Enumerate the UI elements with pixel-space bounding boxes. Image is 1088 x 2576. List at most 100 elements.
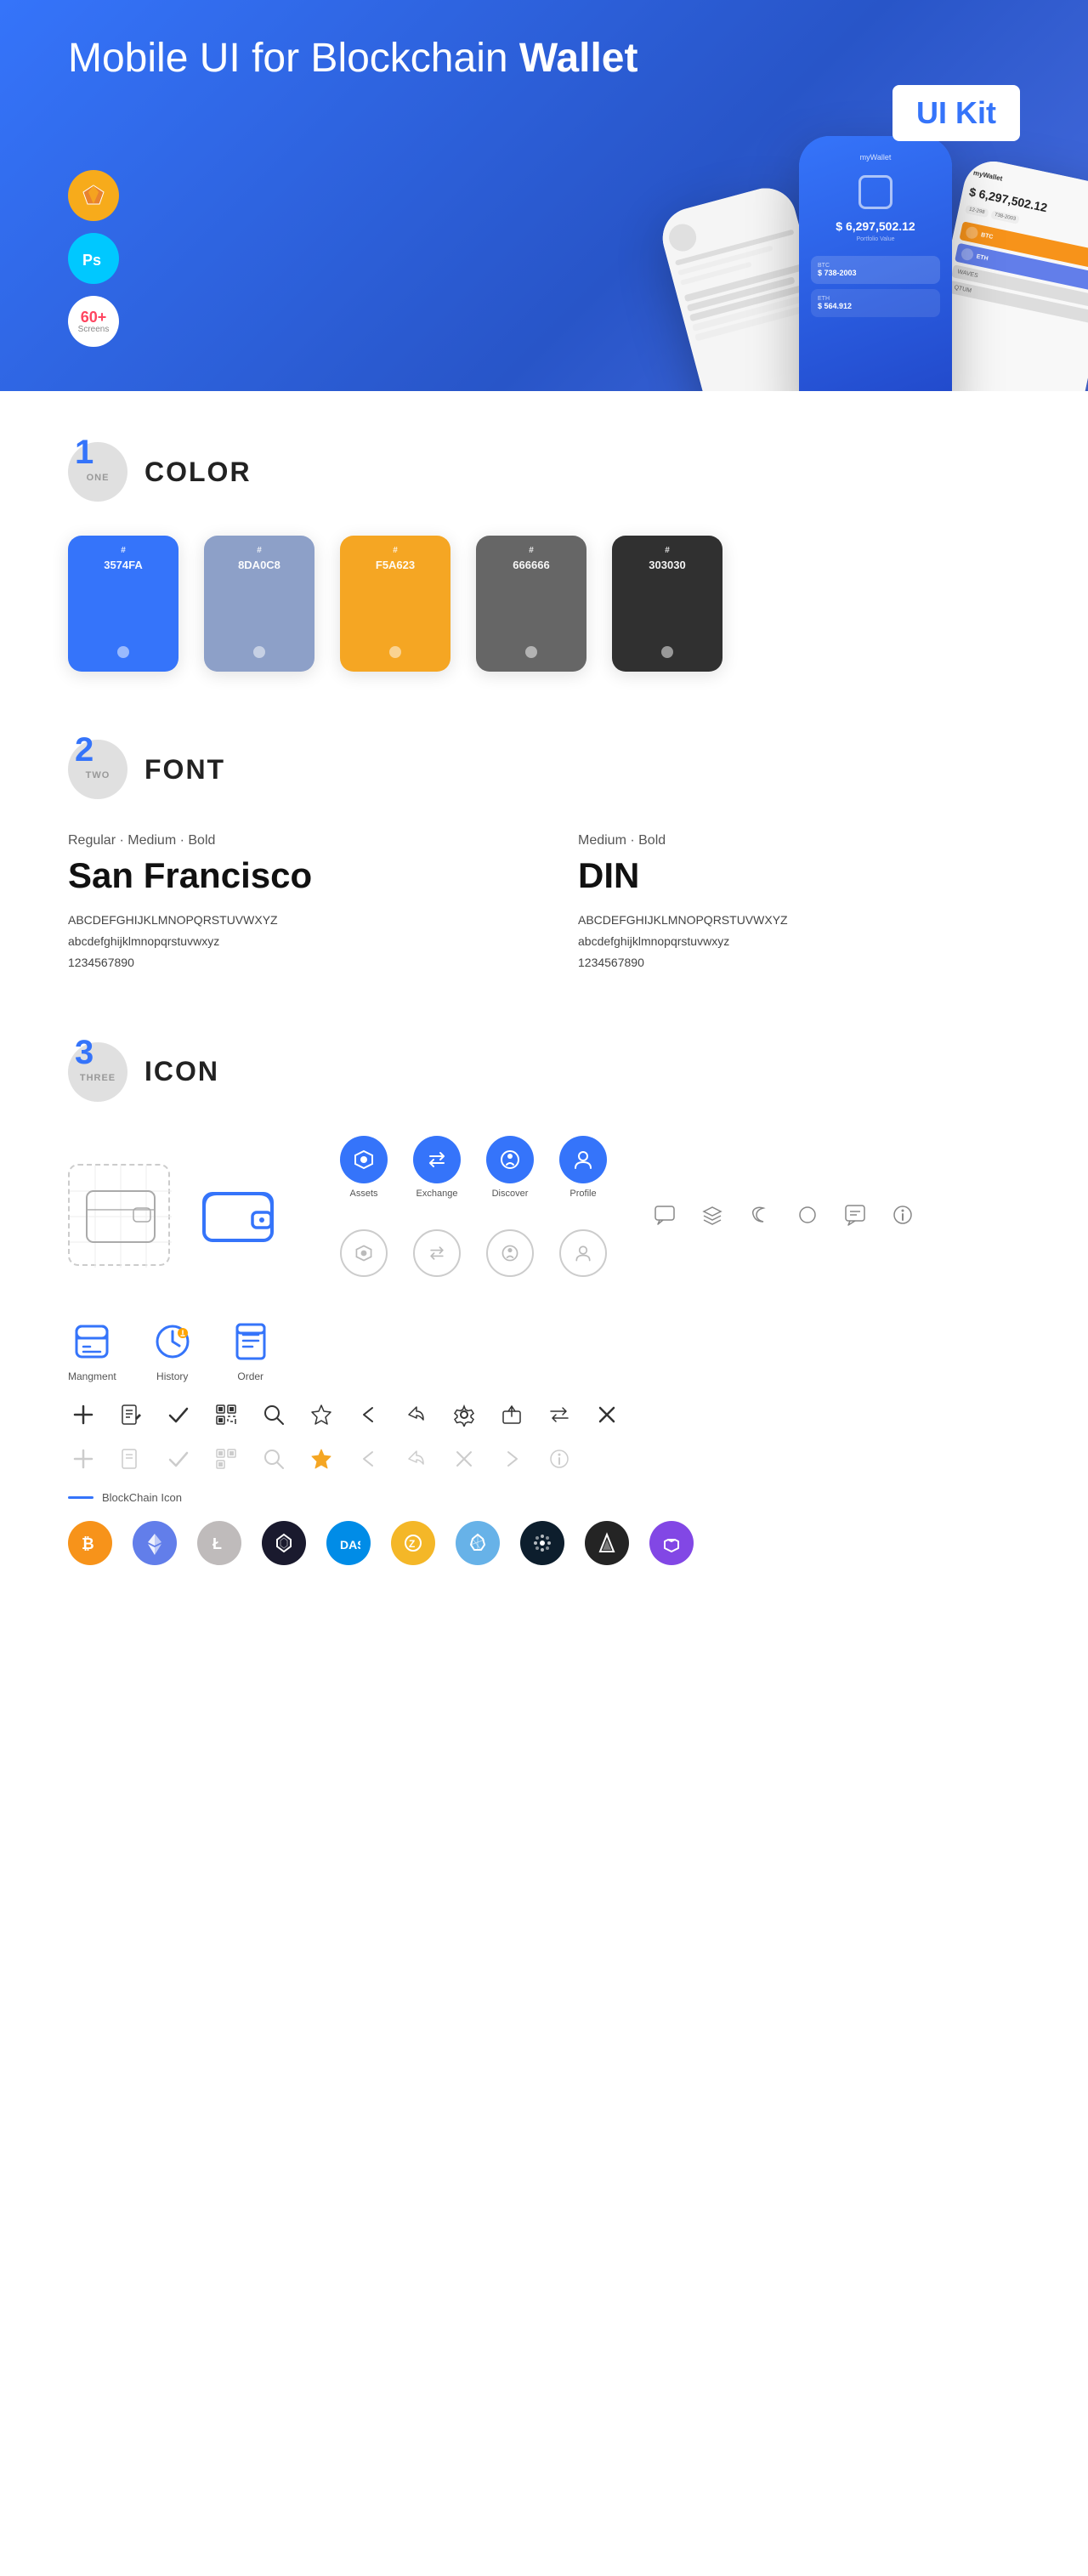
eth-icon [133, 1521, 177, 1565]
crypto-icons-row: ₿ Ł DASH Z [68, 1521, 1020, 1565]
tool-icons-row-1 [68, 1399, 1020, 1430]
checkmark-icon [163, 1399, 194, 1430]
left-arrow-icon [354, 1399, 384, 1430]
qr-icon [211, 1399, 241, 1430]
history-nav-icon [150, 1319, 195, 1364]
font-din-numbers: 1234567890 [578, 952, 1020, 973]
font-san-francisco: Regular · Medium · Bold San Francisco AB… [68, 833, 510, 974]
discover-icon-item: Discover [486, 1136, 534, 1199]
assets-outline-item [340, 1229, 388, 1277]
doc-outline-icon [116, 1444, 146, 1474]
screens-badge: 60+ Screens [68, 296, 119, 347]
layers-icon [697, 1200, 728, 1230]
font-sf-style: Regular · Medium · Bold [68, 833, 510, 848]
order-label: Order [237, 1370, 264, 1382]
app-icons-row-2 [340, 1229, 607, 1277]
discover-icon [486, 1136, 534, 1183]
profile-icon [559, 1136, 607, 1183]
font-sf-uppercase: ABCDEFGHIJKLMNOPQRSTUVWXYZ [68, 910, 510, 931]
svg-text:Ps: Ps [82, 252, 101, 269]
swatch-orange: # F5A623 [340, 536, 450, 672]
dash-icon: DASH [326, 1521, 371, 1565]
blockchain-line [68, 1496, 94, 1499]
icon-title: ICON [144, 1056, 219, 1087]
profile-label: Profile [570, 1189, 596, 1199]
ps-badge: Ps [68, 233, 119, 284]
search-outline-icon [258, 1444, 289, 1474]
share-outline-icon [401, 1444, 432, 1474]
qr-outline-icon [211, 1444, 241, 1474]
icon-showcase: Assets Exchange [68, 1136, 1020, 1294]
management-nav-icon [70, 1319, 114, 1364]
zec-icon: Z [391, 1521, 435, 1565]
ltc-icon: Ł [197, 1521, 241, 1565]
btc-icon: ₿ [68, 1521, 112, 1565]
document-edit-icon [116, 1399, 146, 1430]
iota-icon [585, 1521, 629, 1565]
history-label: History [156, 1370, 188, 1382]
icon-section: THREE 3 ICON [68, 991, 1020, 1582]
app-icons-row-1: Assets Exchange [340, 1136, 607, 1199]
svg-text:Ł: Ł [212, 1535, 222, 1552]
swap-icon [544, 1399, 575, 1430]
pol-icon [649, 1521, 694, 1565]
section-number-1: ONE 1 [68, 442, 128, 502]
management-label: Mangment [68, 1370, 116, 1382]
hero-title: Mobile UI for Blockchain Wallet [68, 34, 638, 83]
speech-icon [649, 1200, 680, 1230]
profile-icon-item: Profile [559, 1136, 607, 1199]
left-arrow-outline-icon [354, 1444, 384, 1474]
color-section: ONE 1 COLOR # 3574FA # 8DA0C8 # F5A623 [68, 391, 1020, 689]
assets-icon [340, 1136, 388, 1183]
svg-text:DASH: DASH [340, 1538, 360, 1552]
nav-icons-row: Mangment History [68, 1319, 1020, 1382]
assets-icon-item: Assets [340, 1136, 388, 1199]
font-sf-lowercase: abcdefghijklmnopqrstuvwxyz [68, 931, 510, 952]
circle-icon [792, 1200, 823, 1230]
exchange-icon [413, 1136, 461, 1183]
blockchain-label: BlockChain Icon [68, 1491, 1020, 1504]
swatch-blue: # 3574FA [68, 536, 178, 672]
check-outline-icon [163, 1444, 194, 1474]
settings-icon [449, 1399, 479, 1430]
profile-outline-icon [559, 1229, 607, 1277]
sketch-badge [68, 170, 119, 221]
exchange-label: Exchange [416, 1189, 458, 1199]
discover-outline-item [486, 1229, 534, 1277]
moon-icon [745, 1200, 775, 1230]
app-icons-group: Assets Exchange [340, 1136, 607, 1294]
wallet-colored-icon [196, 1172, 280, 1257]
svg-text:Z: Z [409, 1538, 415, 1550]
x-outline-icon [449, 1444, 479, 1474]
history-nav-item: History [150, 1319, 195, 1382]
plus-icon [68, 1399, 99, 1430]
font-din-style: Medium · Bold [578, 833, 1020, 848]
misc-icons-group [649, 1200, 918, 1230]
plus-outline-icon [68, 1444, 99, 1474]
swatch-gray-blue: # 8DA0C8 [204, 536, 314, 672]
order-nav-icon [229, 1319, 273, 1364]
font-section-header: TWO 2 FONT [68, 740, 1020, 799]
ada-icon [520, 1521, 564, 1565]
upload-icon [496, 1399, 527, 1430]
exchange-outline-item [413, 1229, 461, 1277]
assets-label: Assets [349, 1189, 377, 1199]
nano-icon [262, 1521, 306, 1565]
phone-center: myWallet $ 6,297,502.12 Portfolio Value … [799, 136, 952, 391]
color-swatches: # 3574FA # 8DA0C8 # F5A623 # 666666 # [68, 536, 1020, 672]
tool-icons-row-2 [68, 1444, 1020, 1474]
svg-text:₿: ₿ [82, 1535, 94, 1552]
font-title: FONT [144, 754, 225, 786]
xem-icon [456, 1521, 500, 1565]
info-icon [887, 1200, 918, 1230]
star-filled-icon [306, 1444, 337, 1474]
font-sf-numbers: 1234567890 [68, 952, 510, 973]
font-section: TWO 2 FONT Regular · Medium · Bold San F… [68, 689, 1020, 991]
section-number-3: THREE 3 [68, 1042, 128, 1102]
share-icon [401, 1399, 432, 1430]
profile-outline-item [559, 1229, 607, 1277]
management-nav-item: Mangment [68, 1319, 116, 1382]
ui-kit-badge: UI Kit [892, 85, 1020, 141]
hero-section: Mobile UI for Blockchain Wallet UI Kit P… [0, 0, 1088, 391]
discover-outline-icon [486, 1229, 534, 1277]
